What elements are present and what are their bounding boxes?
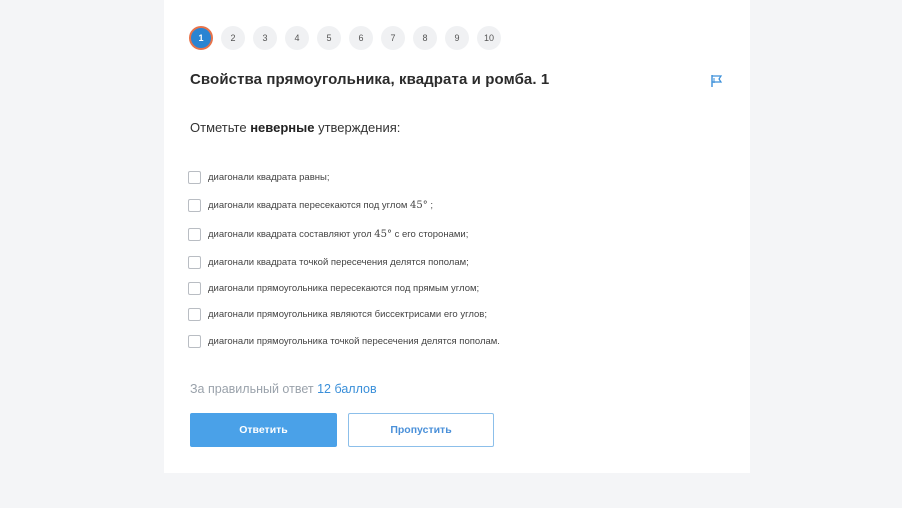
page-10-button[interactable]: 10 bbox=[477, 26, 501, 50]
option-7[interactable]: диагонали прямоугольника точкой пересече… bbox=[188, 333, 500, 349]
option-5-label: диагонали прямоугольника пересекаются по… bbox=[208, 282, 480, 294]
option-1-checkbox[interactable] bbox=[188, 170, 201, 184]
page-8-button[interactable]: 8 bbox=[413, 26, 437, 50]
option-3[interactable]: диагонали квадрата составляют угол 45° с… bbox=[188, 226, 468, 242]
option-3-checkbox[interactable] bbox=[188, 227, 201, 241]
option-7-label: диагонали прямоугольника точкой пересече… bbox=[208, 335, 500, 347]
skip-button[interactable]: Пропустить bbox=[348, 413, 494, 447]
option-3-text: диагонали квадрата составляют угол bbox=[208, 228, 372, 240]
option-5-checkbox[interactable] bbox=[188, 281, 201, 295]
option-1-label: диагонали квадрата равны; bbox=[208, 171, 330, 183]
option-3-text-after: с его сторонами; bbox=[394, 228, 469, 240]
score-points: 12 баллов bbox=[317, 382, 377, 396]
question-card: 1 2 3 4 5 6 7 8 9 10 Свойства прямоуголь… bbox=[164, 0, 750, 473]
page-7-button[interactable]: 7 bbox=[381, 26, 405, 50]
option-3-math: 45° bbox=[374, 228, 392, 240]
option-6-label: диагонали прямоугольника являются биссек… bbox=[208, 308, 487, 320]
page-4-button[interactable]: 4 bbox=[285, 26, 309, 50]
flag-icon[interactable] bbox=[710, 74, 724, 88]
option-3-label: диагонали квадрата составляют угол 45° с… bbox=[208, 229, 468, 240]
option-2-checkbox[interactable] bbox=[188, 198, 201, 212]
prompt-text-before: Отметьте bbox=[190, 120, 247, 135]
option-4-checkbox[interactable] bbox=[188, 255, 201, 269]
page-6-button[interactable]: 6 bbox=[349, 26, 373, 50]
option-7-checkbox[interactable] bbox=[188, 334, 201, 348]
page-9-button[interactable]: 9 bbox=[445, 26, 469, 50]
option-2-math: 45° bbox=[410, 199, 428, 211]
option-4-label: диагонали квадрата точкой пересечения де… bbox=[208, 256, 469, 268]
option-5[interactable]: диагонали прямоугольника пересекаются по… bbox=[188, 280, 479, 296]
option-6[interactable]: диагонали прямоугольника являются биссек… bbox=[188, 306, 487, 322]
option-4[interactable]: диагонали квадрата точкой пересечения де… bbox=[188, 254, 469, 270]
option-1[interactable]: диагонали квадрата равны; bbox=[188, 169, 329, 185]
score-info: За правильный ответ 12 баллов bbox=[190, 382, 377, 396]
option-6-checkbox[interactable] bbox=[188, 307, 201, 321]
page-5-button[interactable]: 5 bbox=[317, 26, 341, 50]
page-1-button[interactable]: 1 bbox=[189, 26, 213, 50]
option-2-label: диагонали квадрата пересекаются под угло… bbox=[208, 200, 433, 211]
option-2[interactable]: диагонали квадрата пересекаются под угло… bbox=[188, 197, 433, 213]
score-label: За правильный ответ bbox=[190, 382, 314, 396]
prompt-text-after: утверждения: bbox=[318, 120, 401, 135]
page-2-button[interactable]: 2 bbox=[221, 26, 245, 50]
question-prompt: Отметьте неверные утверждения: bbox=[190, 120, 400, 135]
page-3-button[interactable]: 3 bbox=[253, 26, 277, 50]
answer-button[interactable]: Ответить bbox=[190, 413, 337, 447]
option-2-text: диагонали квадрата пересекаются под угло… bbox=[208, 199, 408, 211]
prompt-emphasis: неверные bbox=[250, 120, 315, 135]
option-2-text-after: ; bbox=[430, 199, 434, 211]
question-title: Свойства прямоугольника, квадрата и ромб… bbox=[190, 71, 550, 88]
